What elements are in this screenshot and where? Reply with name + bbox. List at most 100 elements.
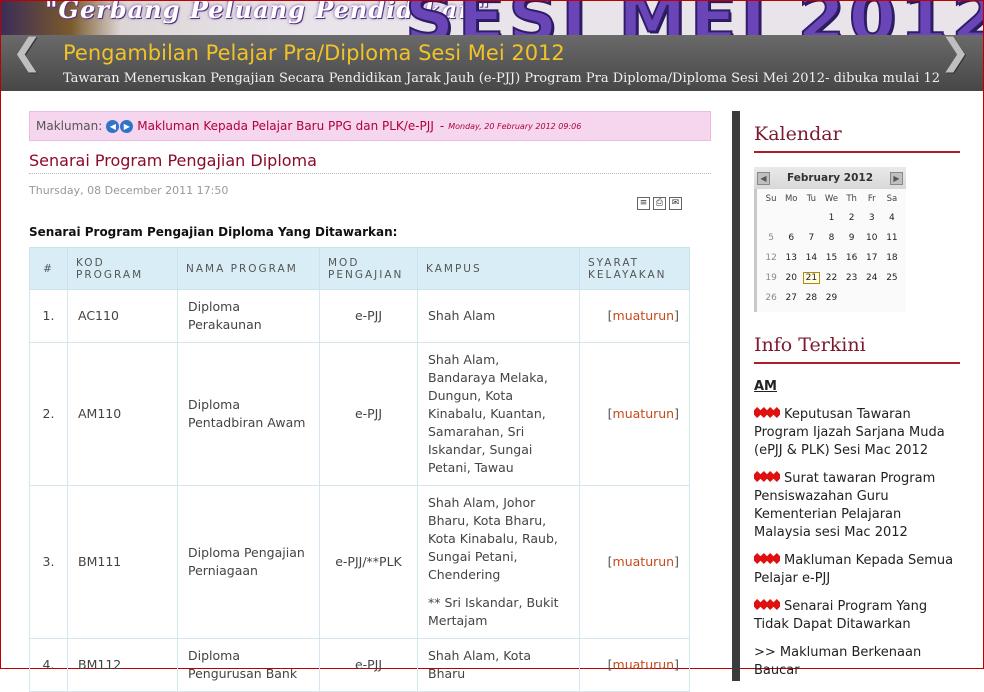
calendar-day[interactable]: 8 (821, 228, 841, 248)
col-header-kampus: KAMPUS (417, 247, 580, 290)
calendar-day[interactable]: 9 (842, 228, 862, 248)
header-banner: "Gerbang Peluang Pendidikan" SESI MEI 20… (1, 1, 983, 91)
info-item-link[interactable]: Keputusan Tawaran Program Ijazah Sarjana… (754, 406, 960, 460)
page-title: Senarai Program Pengajian Diploma (29, 151, 711, 174)
calendar-day[interactable]: 19 (761, 268, 781, 288)
info-more-link[interactable]: >> Makluman Berkenaan Baucar (754, 644, 960, 680)
calendar-day[interactable]: 3 (862, 208, 882, 228)
print-icon[interactable]: ⎙ (653, 197, 666, 210)
calendar-empty-cell (842, 288, 862, 308)
info-item-text: Keputusan Tawaran Program Ijazah Sarjana… (754, 407, 945, 458)
calendar-day-name: Su (765, 194, 777, 204)
calendar-day-name: Tu (806, 194, 816, 204)
cell-kampus: Shah Alam (417, 289, 580, 343)
calendar-day-number: 10 (866, 233, 878, 243)
cell-no: 3. (29, 485, 68, 639)
calendar-prev-icon[interactable]: ◀ (757, 171, 770, 185)
cell-kod: AC110 (67, 289, 178, 343)
calendar-day[interactable]: 11 (882, 228, 902, 248)
email-icon[interactable]: ✉ (669, 197, 682, 210)
calendar-day[interactable]: 2 (842, 208, 862, 228)
calendar-day-number: 24 (866, 273, 878, 283)
col-header-syarat: SYARAT KELAYAKAN (579, 247, 690, 290)
calendar-day[interactable]: 27 (781, 288, 801, 308)
cell-no: 4. (29, 638, 68, 692)
calendar-day[interactable]: 18 (882, 248, 902, 268)
calendar-grid: Su Mo Tu We Th Fr Sa 1 2 3 4 5 6 7 8 9 10 11 12 13 14 15 16 17 1… (757, 189, 906, 312)
calendar-day-name: Sa (886, 194, 898, 204)
article-date: Thursday, 08 December 2011 17:50 (29, 184, 229, 197)
calendar-day[interactable]: 10 (862, 228, 882, 248)
calendar-next-icon[interactable]: ▶ (890, 171, 903, 185)
calendar-day[interactable]: 22 (821, 268, 841, 288)
calendar-day[interactable]: 1 (821, 208, 841, 228)
section-heading: Senarai Program Pengajian Diploma Yang D… (29, 225, 398, 239)
ticker-next-icon[interactable]: ▶ (120, 119, 134, 133)
calendar-day[interactable]: 25 (882, 268, 902, 288)
calendar-day-number: 27 (785, 293, 797, 303)
kampus-note: ** Sri Iskandar, Bukit Mertajam (428, 595, 559, 628)
table-row: 3. BM111 Diploma Pengajian Perniagaan e-PJJ… (29, 485, 690, 639)
info-group-heading[interactable]: AM (754, 378, 960, 396)
calendar-day[interactable]: 20 (781, 268, 801, 288)
calendar-day[interactable]: 24 (862, 268, 882, 288)
calendar-widget: ◀ February 2012 ▶ Su Mo Tu We Th Fr Sa 1 2 3 4 5 6 7 8… (754, 167, 906, 312)
slideshow-next-arrow-icon[interactable]: ❯ (935, 35, 975, 71)
ticker-prev-icon[interactable]: ◀ (106, 119, 120, 133)
calendar-day[interactable]: 23 (842, 268, 862, 288)
calendar-day[interactable]: 6 (781, 228, 801, 248)
calendar-day[interactable]: 14 (801, 248, 821, 268)
ticker-label: Makluman: (36, 119, 103, 133)
calendar-day[interactable]: 13 (781, 248, 801, 268)
calendar-day[interactable]: 15 (821, 248, 841, 268)
calendar-day[interactable]: 5 (761, 228, 781, 248)
slide-title-link[interactable]: Pengambilan Pelajar Pra/Diploma Sesi Mei… (63, 41, 565, 65)
new-badge-icon (754, 553, 780, 564)
calendar-day-number: 3 (868, 213, 875, 223)
info-item-text: Surat tawaran Program Pensiswazahan Guru… (754, 471, 936, 540)
download-link[interactable]: muaturun (613, 308, 675, 323)
cell-mod: e-PJJ (319, 289, 418, 343)
calendar-day-number: 11 (886, 233, 898, 243)
info-item-link[interactable]: Senarai Program Yang Tidak Dapat Ditawar… (754, 598, 960, 634)
cell-no: 1. (29, 289, 68, 343)
calendar-day[interactable]: 7 (801, 228, 821, 248)
calendar-day-number: 28 (805, 293, 818, 303)
calendar-day-number: 13 (785, 253, 797, 263)
banner-artwork: "Gerbang Peluang Pendidikan" SESI MEI 20… (1, 1, 983, 35)
calendar-day[interactable]: 28 (801, 288, 821, 308)
calendar-day[interactable]: 21 (801, 268, 821, 288)
ticker-link[interactable]: Makluman Kepada Pelajar Baru PPG dan PLK… (137, 119, 434, 133)
download-link[interactable]: muaturun (613, 554, 675, 569)
info-item-link[interactable]: Makluman Kepada Semua Pelajar e-PJJ (754, 552, 960, 588)
calendar-empty-cell (781, 208, 801, 228)
calendar-day-number: 23 (845, 273, 858, 283)
calendar-header: ◀ February 2012 ▶ (754, 167, 906, 189)
calendar-day-number: 6 (788, 233, 795, 243)
bracket: ] (674, 308, 679, 323)
info-item-link[interactable]: Surat tawaran Program Pensiswazahan Guru… (754, 470, 960, 542)
calendar-day[interactable]: 4 (882, 208, 902, 228)
calendar-day[interactable]: 16 (842, 248, 862, 268)
calendar-day[interactable]: 17 (862, 248, 882, 268)
calendar-day-number: 7 (808, 233, 815, 243)
calendar-day-number: 15 (825, 253, 838, 263)
pdf-icon[interactable]: ≡ (637, 197, 650, 210)
cell-nama: Diploma Pengajian Perniagaan (177, 485, 320, 639)
cell-syarat: [muaturun] (579, 638, 690, 692)
download-link[interactable]: muaturun (613, 657, 675, 672)
calendar-day[interactable]: 26 (761, 288, 781, 308)
table-row: 1. AC110 Diploma Perakaunan e-PJJ Shah Alam [… (29, 289, 690, 343)
slideshow-prev-arrow-icon[interactable]: ❮ (7, 35, 47, 71)
table-header-row: # KOD PROGRAM NAMA PROGRAM MOD PENGAJIAN… (29, 247, 690, 290)
ticker-separator: - (439, 119, 445, 133)
calendar-day[interactable]: 12 (761, 248, 781, 268)
calendar-day-number: 8 (828, 233, 835, 243)
calendar-day-number: 1 (828, 213, 835, 223)
cell-kod: BM112 (67, 638, 178, 692)
cell-mod: e-PJJ/**PLK (319, 485, 418, 639)
calendar-day-name: Mo (784, 194, 798, 204)
col-header-kod: KOD PROGRAM (67, 247, 178, 290)
download-link[interactable]: muaturun (613, 406, 675, 421)
calendar-day[interactable]: 29 (821, 288, 841, 308)
